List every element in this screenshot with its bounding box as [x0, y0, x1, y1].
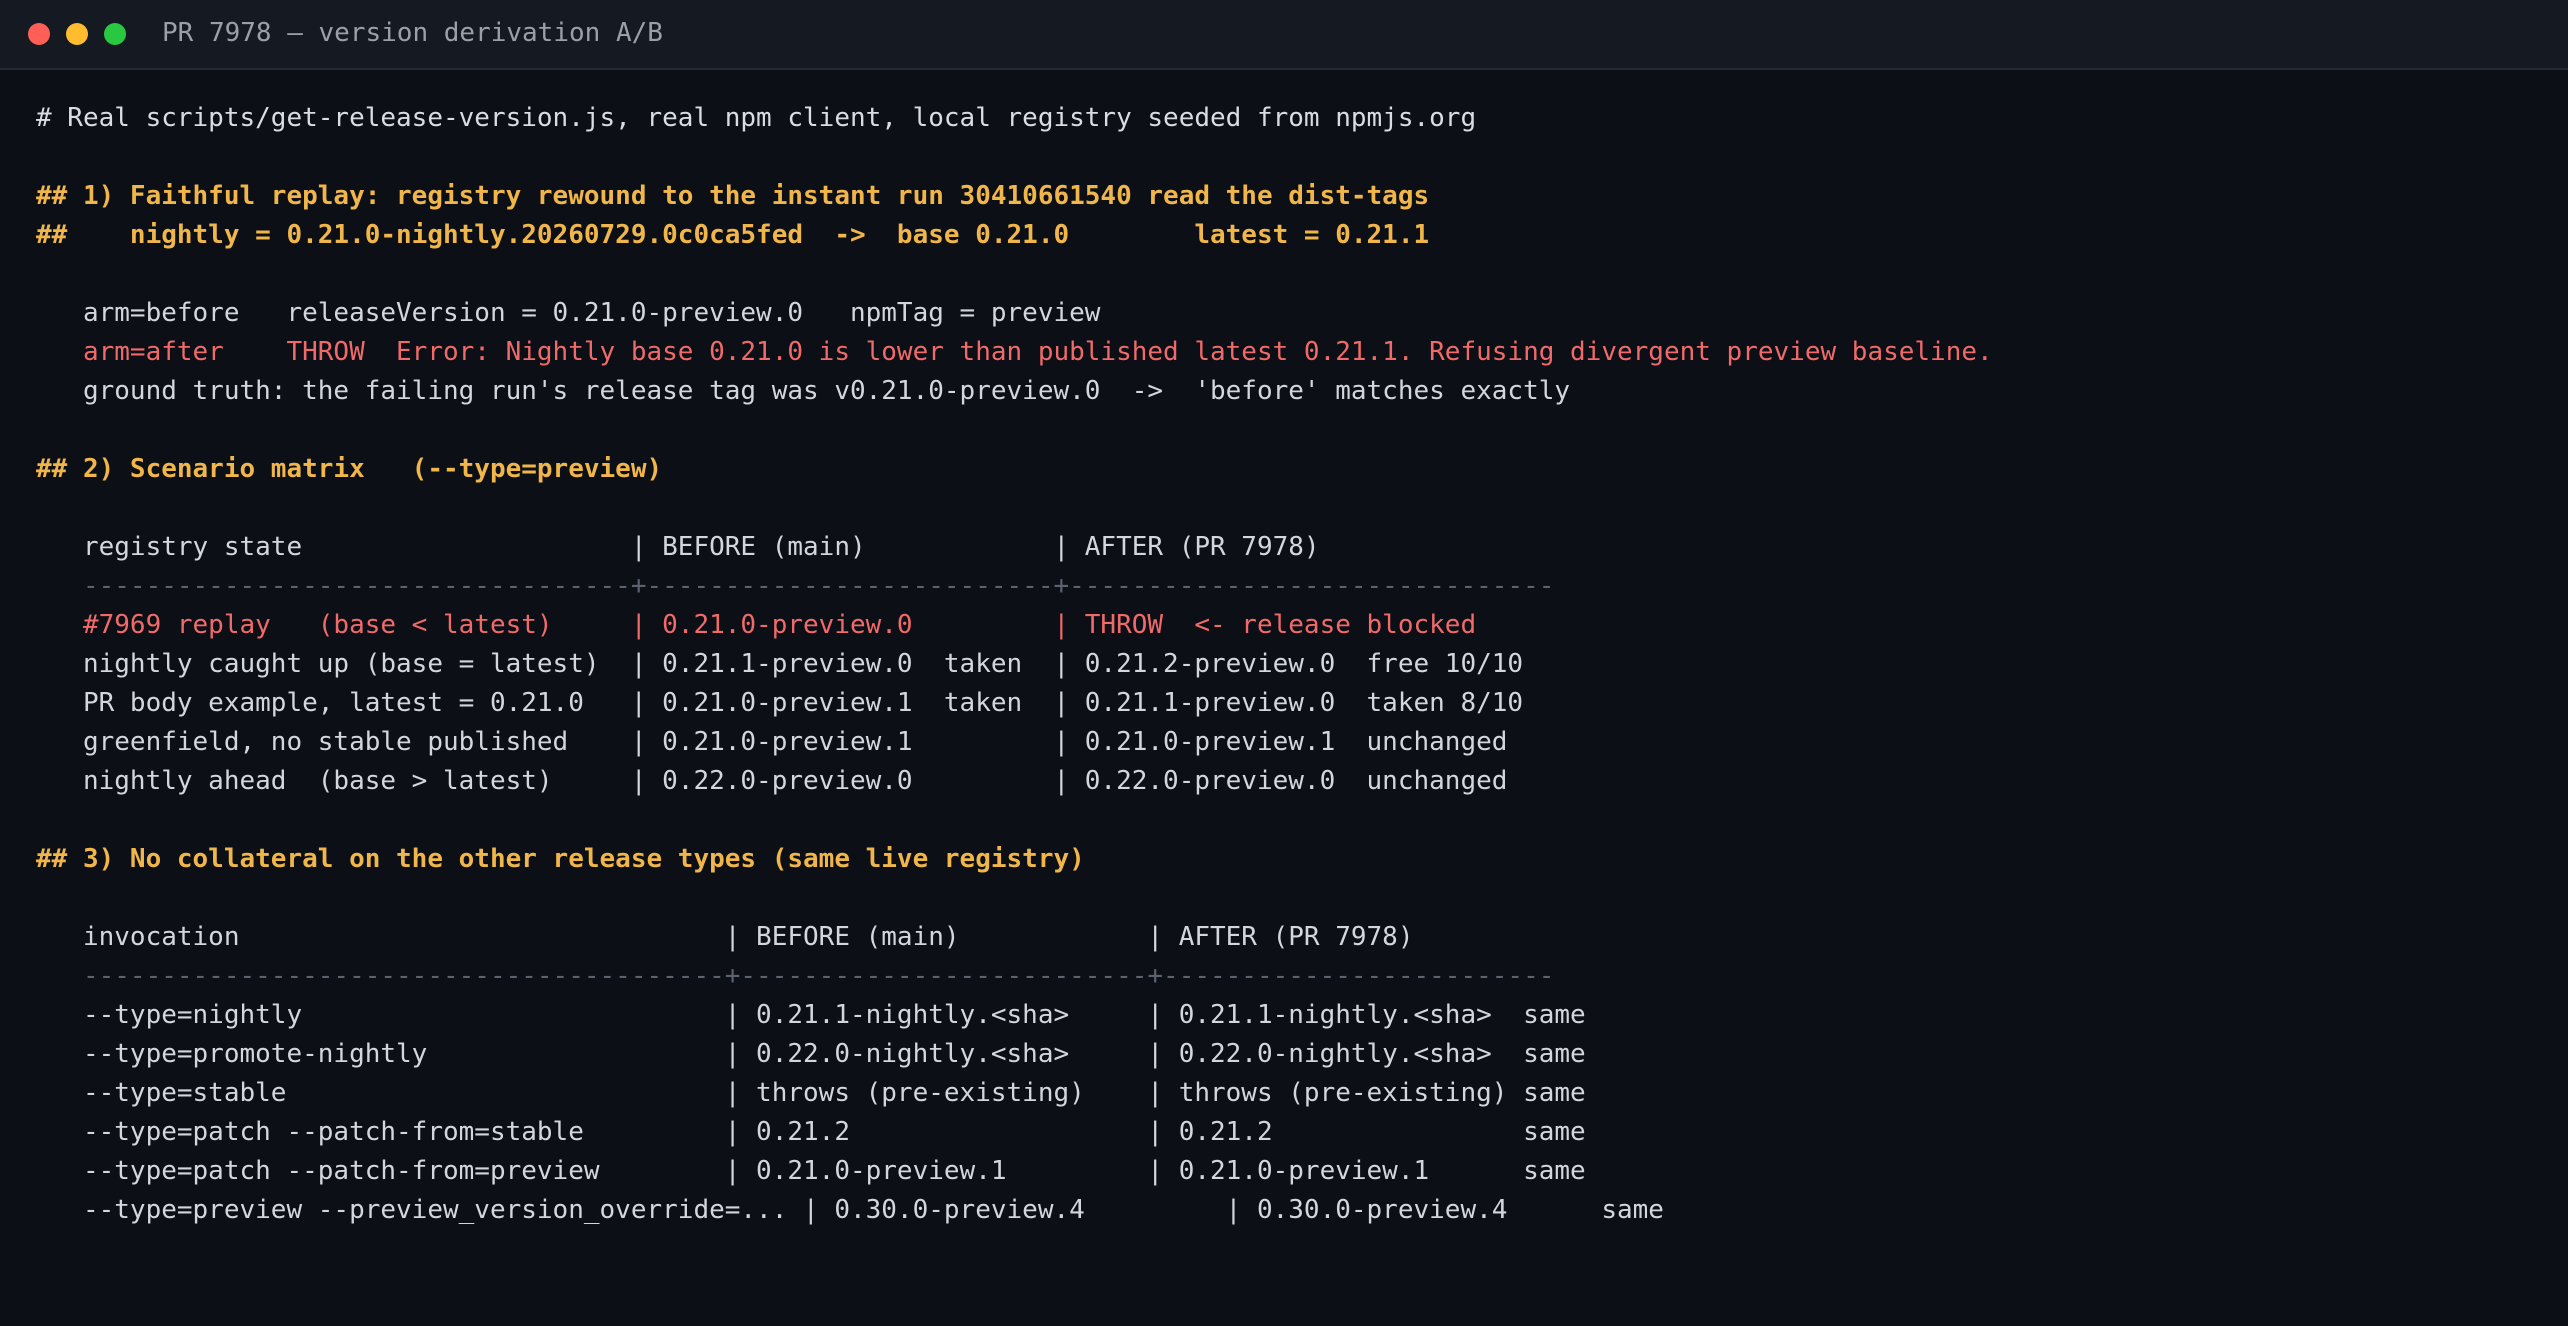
terminal-line-heading: ## 2) Scenario matrix (--type=preview): [36, 454, 663, 484]
terminal-line-plain: --type=patch --patch-from=preview | 0.21…: [36, 1156, 1586, 1186]
terminal-line-heading: ## 1) Faithful replay: registry rewound …: [36, 181, 1430, 211]
title-bar: PR 7978 — version derivation A/B: [0, 0, 2568, 70]
terminal-line-plain: nightly ahead (base > latest) | 0.22.0-p…: [36, 766, 1508, 796]
terminal-line-plain: invocation | BEFORE (main) | AFTER (PR 7…: [36, 922, 1414, 952]
terminal-line-plain: --type=nightly | 0.21.1-nightly.<sha> | …: [36, 1000, 1586, 1030]
zoom-window-button[interactable]: [104, 23, 126, 45]
terminal-line-plain: ground truth: the failing run's release …: [36, 376, 1571, 406]
terminal-line-plain: registry state | BEFORE (main) | AFTER (…: [36, 532, 1320, 562]
terminal-output[interactable]: # Real scripts/get-release-version.js, r…: [36, 99, 2536, 1230]
terminal-window: PR 7978 — version derivation A/B # Real …: [0, 0, 2568, 1326]
terminal-line-heading: ## 3) No collateral on the other release…: [36, 844, 1085, 874]
terminal-line-plain: PR body example, latest = 0.21.0 | 0.21.…: [36, 688, 1524, 718]
terminal-line-comment: # Real scripts/get-release-version.js, r…: [36, 103, 1477, 133]
terminal-line-error: arm=after THROW Error: Nightly base 0.21…: [36, 337, 1993, 367]
terminal-line-plain: nightly caught up (base = latest) | 0.21…: [36, 649, 1524, 679]
terminal-line-rule: -----------------------------------+----…: [36, 571, 1555, 601]
terminal-line-plain: --type=patch --patch-from=stable | 0.21.…: [36, 1117, 1586, 1147]
terminal-line-rule: ----------------------------------------…: [36, 961, 1555, 991]
terminal-line-plain: arm=before releaseVersion = 0.21.0-previ…: [36, 298, 1101, 328]
terminal-line-heading: ## nightly = 0.21.0-nightly.20260729.0c0…: [36, 220, 1430, 250]
terminal-line-plain: greenfield, no stable published | 0.21.0…: [36, 727, 1508, 757]
minimize-window-button[interactable]: [66, 23, 88, 45]
terminal-line-plain: --type=preview --preview_version_overrid…: [36, 1195, 1664, 1225]
window-title: PR 7978 — version derivation A/B: [162, 18, 663, 48]
terminal-line-error: #7969 replay (base < latest) | 0.21.0-pr…: [36, 610, 1477, 640]
terminal-line-plain: --type=promote-nightly | 0.22.0-nightly.…: [36, 1039, 1586, 1069]
close-window-button[interactable]: [28, 23, 50, 45]
terminal-line-plain: --type=stable | throws (pre-existing) | …: [36, 1078, 1586, 1108]
